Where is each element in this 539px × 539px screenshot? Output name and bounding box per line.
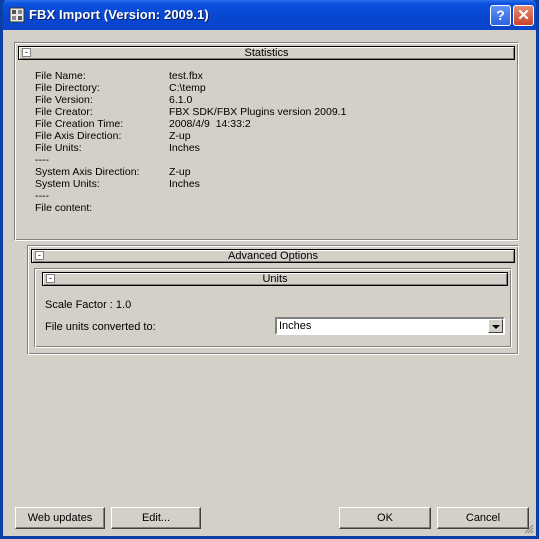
file-name-label: File Name: (35, 70, 86, 82)
units-converted-label: File units converted to: (45, 321, 156, 333)
dialog-body: - Statistics File Name: test.fbx File Di… (3, 30, 536, 536)
advanced-options-panel: - Advanced Options - Units Scale Factor … (27, 245, 519, 355)
statistics-title: Statistics (244, 47, 289, 59)
file-name-value: test.fbx (169, 70, 203, 82)
file-creation-time-value: 2008/4/9 14:33:2 (169, 118, 251, 130)
window-title: FBX Import (Version: 2009.1) (29, 7, 209, 22)
ok-button[interactable]: OK (339, 507, 431, 529)
file-version-label: File Version: (35, 94, 93, 106)
units-panel: - Units Scale Factor : 1.0 File units co… (34, 268, 512, 348)
help-icon: ? (496, 7, 505, 23)
units-rollout-header[interactable]: - Units (42, 272, 508, 286)
title-bar[interactable]: FBX Import (Version: 2009.1) ? ✕ (3, 0, 536, 30)
file-creator-value: FBX SDK/FBX Plugins version 2009.1 (169, 106, 347, 118)
file-version-value: 6.1.0 (169, 94, 193, 106)
separator-text: ---- (35, 154, 49, 166)
advanced-options-rollout-header[interactable]: - Advanced Options (31, 249, 515, 263)
file-units-label: File Units: (35, 142, 82, 154)
file-content-label: File content: (35, 202, 93, 214)
system-axis-direction-label: System Axis Direction: (35, 166, 140, 178)
edit-button[interactable]: Edit... (111, 507, 201, 529)
file-directory-label: File Directory: (35, 82, 100, 94)
fbx-import-window: FBX Import (Version: 2009.1) ? ✕ - Stati… (0, 0, 539, 539)
units-title: Units (262, 273, 288, 285)
close-button[interactable]: ✕ (513, 5, 534, 26)
web-updates-button[interactable]: Web updates (15, 507, 105, 529)
file-axis-direction-label: File Axis Direction: (35, 130, 122, 142)
file-creator-label: File Creator: (35, 106, 93, 118)
system-units-label: System Units: (35, 178, 100, 190)
file-units-value: Inches (169, 142, 200, 154)
system-axis-direction-value: Z-up (169, 166, 191, 178)
close-icon: ✕ (517, 7, 530, 24)
units-converted-value: Inches (279, 320, 312, 332)
help-button[interactable]: ? (490, 5, 511, 26)
system-units-value: Inches (169, 178, 200, 190)
scale-factor-text: Scale Factor : 1.0 (45, 299, 132, 311)
file-creation-time-label: File Creation Time: (35, 118, 124, 130)
resize-grip-icon[interactable] (524, 524, 534, 534)
file-axis-direction-value: Z-up (169, 130, 191, 142)
separator-text: ---- (35, 190, 49, 202)
advanced-options-title: Advanced Options (228, 250, 318, 262)
file-directory-value: C:\temp (169, 82, 206, 94)
chevron-down-icon[interactable] (488, 319, 503, 333)
cancel-button[interactable]: Cancel (437, 507, 529, 529)
app-icon (9, 7, 25, 23)
statistics-panel: - Statistics File Name: test.fbx File Di… (14, 42, 519, 241)
statistics-rollout-header[interactable]: - Statistics (18, 46, 515, 60)
units-converted-dropdown[interactable]: Inches (275, 317, 505, 335)
